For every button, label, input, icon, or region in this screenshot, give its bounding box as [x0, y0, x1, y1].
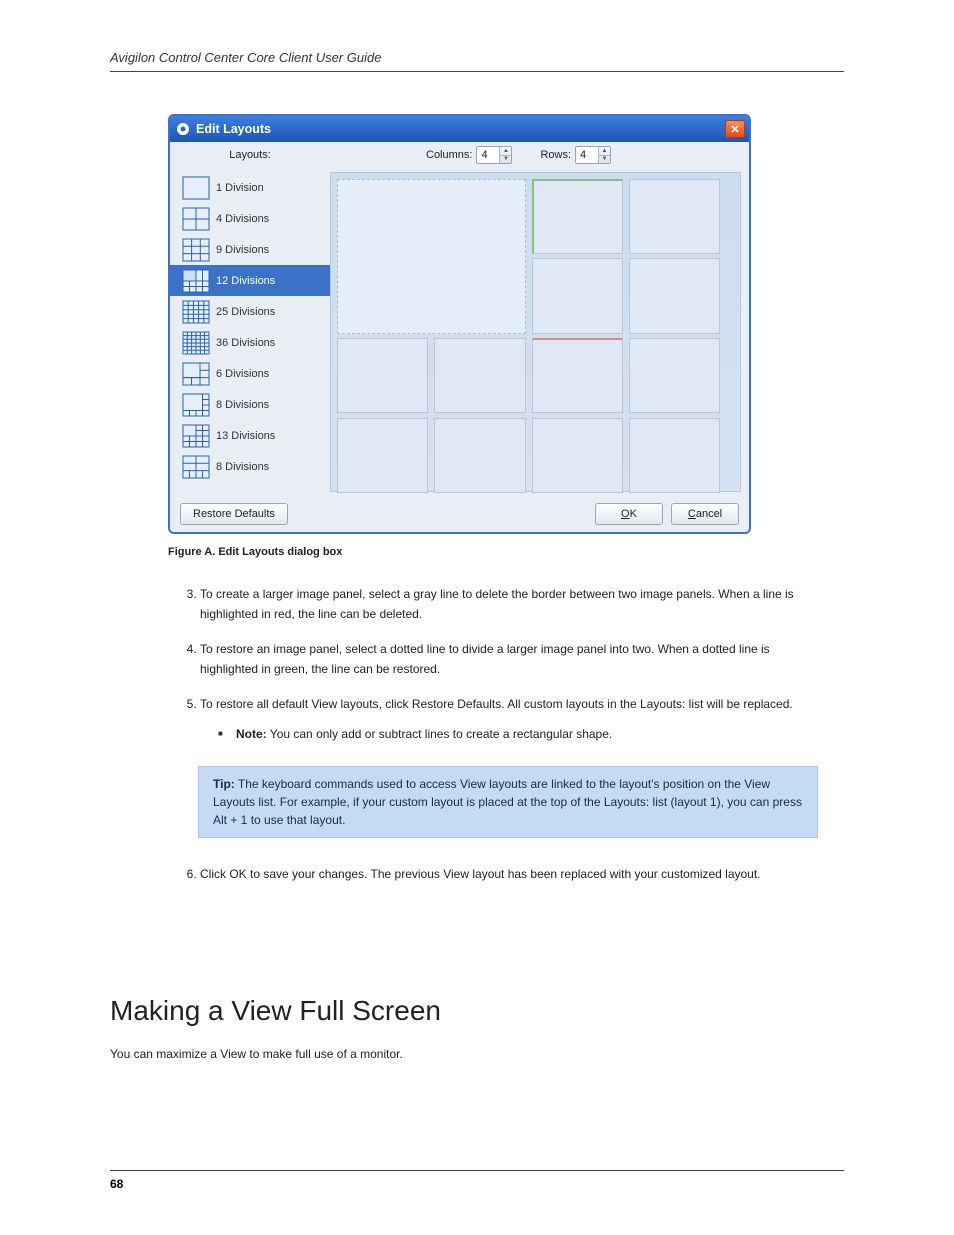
- layout-thumb-icon: [182, 300, 210, 324]
- dialog-title: Edit Layouts: [196, 122, 271, 136]
- layout-thumb-icon: [182, 424, 210, 448]
- figure-prefix: Figure A.: [168, 546, 215, 558]
- layout-item-label: 6 Divisions: [216, 368, 269, 380]
- layout-item-4[interactable]: 4 Divisions: [170, 203, 330, 234]
- preview-cell[interactable]: [532, 258, 623, 333]
- preview-cell[interactable]: [434, 418, 525, 493]
- rows-spinner[interactable]: 4 ▲ ▼: [575, 146, 611, 164]
- preview-cell[interactable]: [532, 338, 623, 413]
- layout-thumb-icon: [182, 207, 210, 231]
- step-5: To restore all default View layouts, cli…: [200, 694, 818, 745]
- layout-icon: [176, 122, 190, 136]
- layout-item-8a[interactable]: 8 Divisions: [170, 389, 330, 420]
- page-footer: 68: [110, 1170, 844, 1191]
- layout-thumb-icon: [182, 393, 210, 417]
- layout-item-6[interactable]: 6 Divisions: [170, 358, 330, 389]
- layout-thumb-icon: [182, 269, 210, 293]
- cancel-underline: C: [688, 508, 696, 520]
- section-body: You can maximize a View to make full use…: [110, 1045, 844, 1064]
- tip-label: Tip:: [213, 777, 235, 791]
- figure-caption: Figure A. Edit Layouts dialog box: [168, 546, 844, 558]
- layout-item-25[interactable]: 25 Divisions: [170, 296, 330, 327]
- rows-label: Rows:: [540, 149, 571, 161]
- restore-defaults-label: Restore Defaults: [193, 508, 275, 520]
- columns-spinner[interactable]: 4 ▲ ▼: [476, 146, 512, 164]
- layout-preview-grid[interactable]: [330, 172, 741, 492]
- preview-cell[interactable]: [629, 179, 720, 254]
- instructions-block-2: Click OK to save your changes. The previ…: [168, 864, 818, 884]
- step-4: To restore an image panel, select a dott…: [200, 639, 818, 680]
- rows-value: 4: [576, 149, 598, 161]
- spinner-up-icon[interactable]: ▲: [500, 147, 511, 156]
- layout-thumb-icon: [182, 238, 210, 262]
- spinner-down-icon[interactable]: ▼: [500, 156, 511, 164]
- layout-thumb-icon: [182, 362, 210, 386]
- layout-thumb-icon: [182, 455, 210, 479]
- restore-defaults-button[interactable]: Restore Defaults: [180, 503, 288, 525]
- instructions-block: To create a larger image panel, select a…: [168, 584, 818, 744]
- layout-item-label: 25 Divisions: [216, 306, 275, 318]
- layout-item-9[interactable]: 9 Divisions: [170, 234, 330, 265]
- layout-thumb-icon: [182, 331, 210, 355]
- layout-item-1[interactable]: 1 Division: [170, 172, 330, 203]
- preview-cell[interactable]: [434, 338, 525, 413]
- preview-cell[interactable]: [629, 258, 720, 333]
- layout-item-label: 36 Divisions: [216, 337, 275, 349]
- step-3: To create a larger image panel, select a…: [200, 584, 818, 625]
- layout-item-label: 8 Divisions: [216, 399, 269, 411]
- preview-cell[interactable]: [532, 179, 623, 254]
- preview-cell[interactable]: [629, 338, 720, 413]
- tip-box: Tip: The keyboard commands used to acces…: [198, 766, 818, 838]
- figure-text: Edit Layouts dialog box: [215, 546, 342, 558]
- ok-button[interactable]: OK: [595, 503, 663, 525]
- step-6: Click OK to save your changes. The previ…: [200, 864, 818, 884]
- preview-cell[interactable]: [532, 418, 623, 493]
- doc-title: Avigilon Control Center Core Client User…: [110, 50, 381, 65]
- preview-cell[interactable]: [337, 338, 428, 413]
- tip-body: The keyboard commands used to access Vie…: [213, 777, 802, 827]
- section-heading: Making a View Full Screen: [110, 995, 844, 1027]
- columns-value: 4: [477, 149, 499, 161]
- preview-cell[interactable]: [629, 418, 720, 493]
- edit-layouts-dialog: Edit Layouts ✕ Layouts: Columns: 4: [168, 114, 751, 534]
- spinner-up-icon[interactable]: ▲: [599, 147, 610, 156]
- layout-item-label: 9 Divisions: [216, 244, 269, 256]
- close-button[interactable]: ✕: [725, 120, 745, 138]
- dialog-titlebar[interactable]: Edit Layouts ✕: [170, 116, 749, 142]
- preview-merged-cell[interactable]: [337, 179, 526, 334]
- layout-item-36[interactable]: 36 Divisions: [170, 327, 330, 358]
- layouts-list[interactable]: 1 Division 4 Divisions 9 Divisions: [170, 168, 330, 496]
- layout-item-label: 8 Divisions: [216, 461, 269, 473]
- layout-item-label: 4 Divisions: [216, 213, 269, 225]
- columns-label: Columns:: [426, 149, 472, 161]
- layout-item-label: 1 Division: [216, 182, 264, 194]
- layout-item-13[interactable]: 13 Divisions: [170, 420, 330, 451]
- layout-item-12[interactable]: 12 Divisions: [170, 265, 330, 296]
- layout-thumb-icon: [182, 176, 210, 200]
- ok-label: K: [630, 508, 637, 520]
- layout-item-label: 13 Divisions: [216, 430, 275, 442]
- cancel-label: ancel: [696, 508, 722, 520]
- layouts-list-label: Layouts:: [170, 149, 330, 161]
- cancel-button[interactable]: Cancel: [671, 503, 739, 525]
- layout-item-8b[interactable]: 8 Divisions: [170, 451, 330, 482]
- close-icon: ✕: [730, 123, 739, 136]
- layout-item-label: 12 Divisions: [216, 275, 275, 287]
- step-5-note: Note: You can only add or subtract lines…: [218, 724, 818, 744]
- ok-underline: O: [621, 508, 630, 520]
- preview-cell[interactable]: [337, 418, 428, 493]
- doc-header: Avigilon Control Center Core Client User…: [110, 50, 844, 72]
- spinner-down-icon[interactable]: ▼: [599, 156, 610, 164]
- page-number: 68: [110, 1177, 123, 1191]
